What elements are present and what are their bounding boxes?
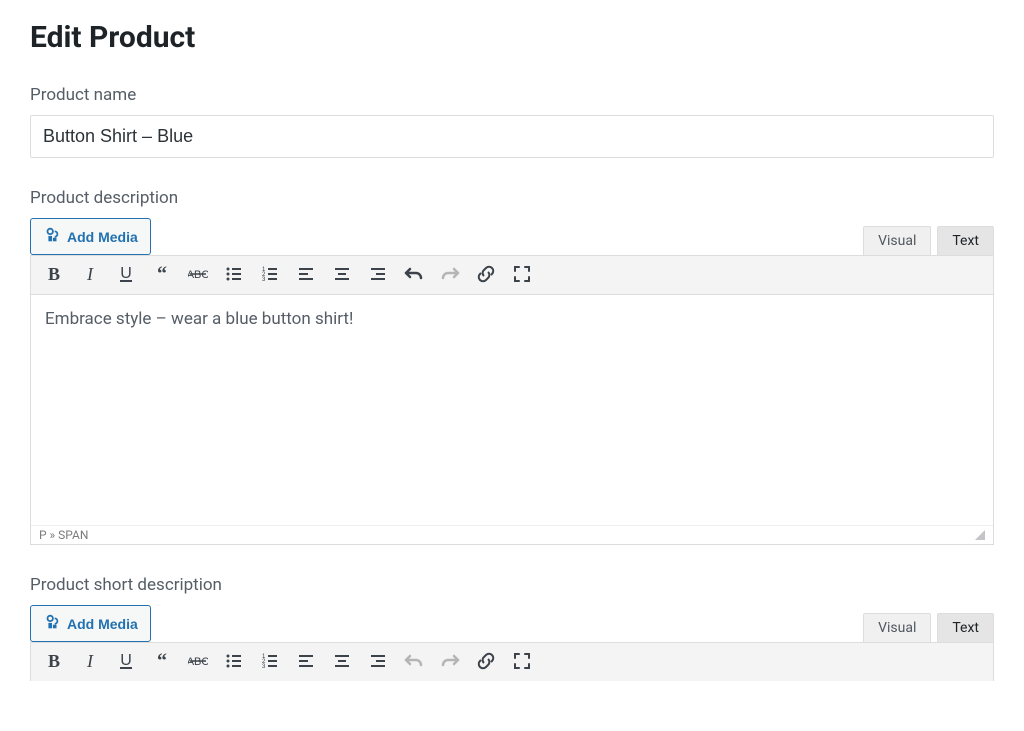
resize-handle[interactable] [975, 530, 985, 540]
fullscreen-icon [512, 264, 532, 287]
media-icon [43, 226, 61, 247]
bulleted-list-icon [224, 264, 244, 287]
tab-visual[interactable]: Visual [863, 226, 931, 255]
italic-button[interactable] [73, 260, 107, 290]
align-right-icon [368, 651, 388, 674]
add-media-button-short[interactable]: Add Media [30, 605, 151, 642]
bold-button[interactable] [37, 647, 71, 677]
align-left-icon [296, 651, 316, 674]
numbered-list-icon [260, 264, 280, 287]
align-left-button[interactable] [289, 260, 323, 290]
undo-icon [404, 651, 424, 674]
tab-visual-short[interactable]: Visual [863, 613, 931, 642]
align-center-button[interactable] [325, 260, 359, 290]
bold-icon [44, 264, 64, 287]
strikethrough-icon [188, 651, 208, 674]
product-short-description-label: Product short description [30, 575, 994, 595]
redo-icon [440, 264, 460, 287]
tab-text-short[interactable]: Text [937, 613, 994, 642]
page-title: Edit Product [30, 20, 994, 55]
italic-icon [80, 264, 100, 287]
add-media-label: Add Media [67, 616, 138, 632]
numbered-list-icon [260, 651, 280, 674]
underline-button[interactable] [109, 647, 143, 677]
blockquote-icon [152, 651, 172, 674]
bold-button[interactable] [37, 260, 71, 290]
link-icon [476, 651, 496, 674]
product-description-label: Product description [30, 188, 994, 208]
media-icon [43, 613, 61, 634]
bold-icon [44, 651, 64, 674]
blockquote-button[interactable] [145, 260, 179, 290]
redo-button[interactable] [433, 647, 467, 677]
undo-button[interactable] [397, 260, 431, 290]
product-name-input[interactable] [30, 115, 994, 158]
align-right-icon [368, 264, 388, 287]
underline-icon [116, 651, 136, 674]
redo-icon [440, 651, 460, 674]
underline-button[interactable] [109, 260, 143, 290]
add-media-label: Add Media [67, 229, 138, 245]
add-media-button[interactable]: Add Media [30, 218, 151, 255]
align-center-icon [332, 651, 352, 674]
undo-icon [404, 264, 424, 287]
product-description-editor: Product description Add Media Visual Tex… [30, 188, 994, 545]
align-right-button[interactable] [361, 260, 395, 290]
strikethrough-button[interactable] [181, 260, 215, 290]
align-center-button[interactable] [325, 647, 359, 677]
undo-button[interactable] [397, 647, 431, 677]
bulleted-list-button[interactable] [217, 647, 251, 677]
numbered-list-button[interactable] [253, 260, 287, 290]
fullscreen-button[interactable] [505, 260, 539, 290]
link-button[interactable] [469, 260, 503, 290]
link-button[interactable] [469, 647, 503, 677]
fullscreen-button[interactable] [505, 647, 539, 677]
align-left-icon [296, 264, 316, 287]
editor-path: P » SPAN [39, 528, 88, 542]
align-center-icon [332, 264, 352, 287]
product-name-label: Product name [30, 85, 994, 105]
blockquote-icon [152, 264, 172, 287]
align-left-button[interactable] [289, 647, 323, 677]
strikethrough-button[interactable] [181, 647, 215, 677]
underline-icon [116, 264, 136, 287]
italic-button[interactable] [73, 647, 107, 677]
strikethrough-icon [188, 264, 208, 287]
bulleted-list-icon [224, 651, 244, 674]
fullscreen-icon [512, 651, 532, 674]
blockquote-button[interactable] [145, 647, 179, 677]
link-icon [476, 264, 496, 287]
italic-icon [80, 651, 100, 674]
tab-text[interactable]: Text [937, 226, 994, 255]
product-short-description-editor: Product short description Add Media Visu… [30, 575, 994, 681]
align-right-button[interactable] [361, 647, 395, 677]
description-content[interactable]: Embrace style – wear a blue button shirt… [31, 295, 993, 525]
bulleted-list-button[interactable] [217, 260, 251, 290]
numbered-list-button[interactable] [253, 647, 287, 677]
editor-toolbar [31, 256, 993, 295]
editor-toolbar-short [31, 643, 993, 681]
redo-button[interactable] [433, 260, 467, 290]
